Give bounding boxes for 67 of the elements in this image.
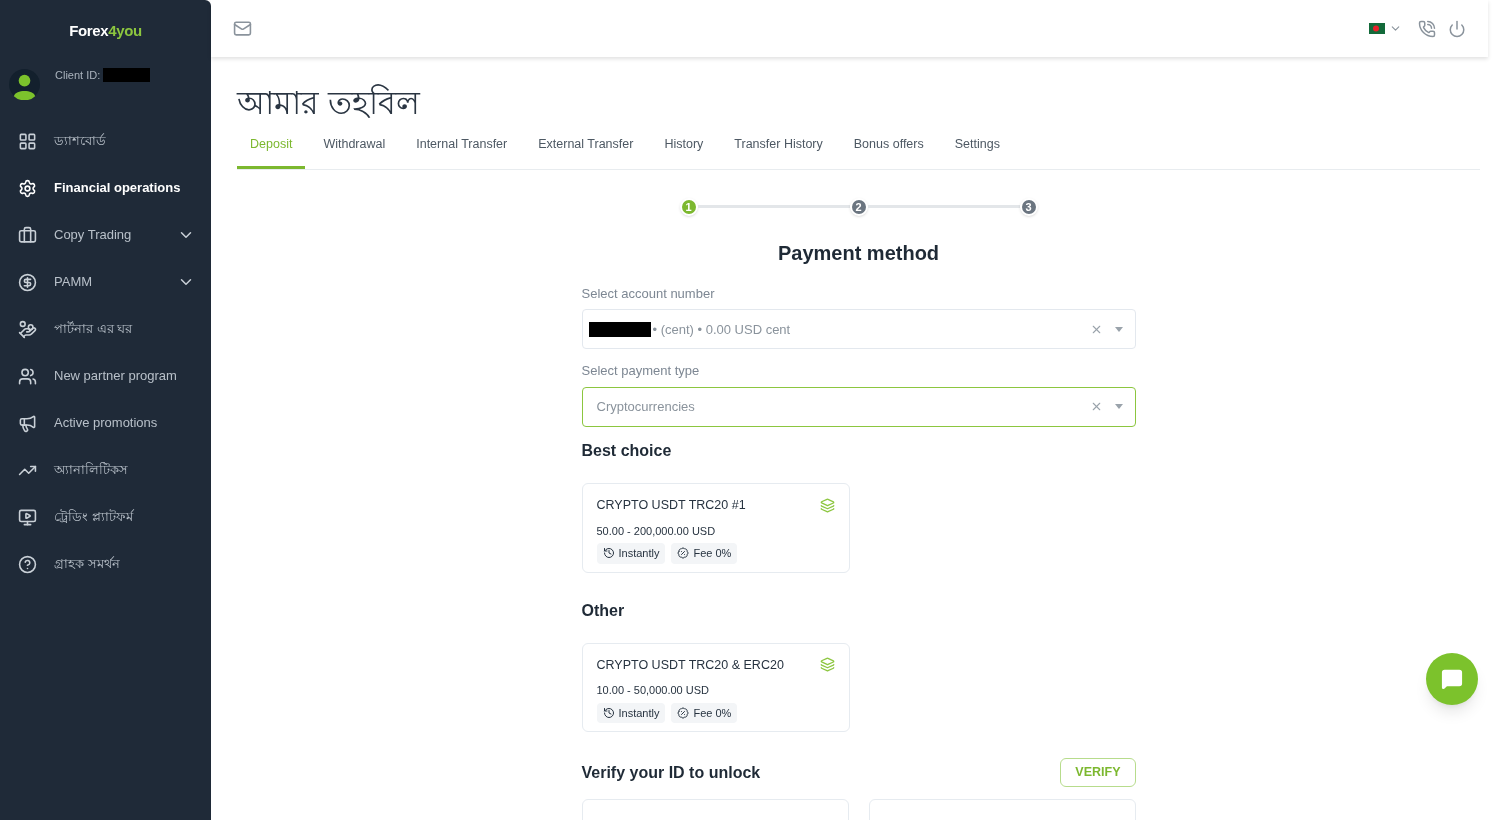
sidebar-item[interactable]: পার্টনার এর ঘর (0, 305, 211, 353)
section-title: Verify your ID to unlock (581, 762, 761, 783)
sidebar-item[interactable]: New partner program (0, 352, 211, 400)
sidebar-item[interactable]: PAMM (0, 258, 211, 306)
dropdown-caret-icon[interactable] (1114, 326, 1123, 332)
dollar-icon (18, 272, 37, 292)
chat-icon (1441, 668, 1463, 690)
dropdown-caret-icon[interactable] (1114, 404, 1123, 410)
users-icon (18, 366, 37, 386)
sidebar-item[interactable]: Active promotions (0, 399, 211, 447)
info-tag: Instantly (596, 543, 666, 564)
tab[interactable]: History (651, 135, 717, 169)
page-title: আমার তহবিল (237, 83, 422, 123)
section-title: Other (581, 600, 626, 621)
field-label: Select account number (581, 284, 716, 303)
select-value: • (cent) • 0.00 USD cent (652, 320, 791, 339)
tab[interactable]: Bonus offers (840, 135, 937, 169)
power-icon[interactable] (1448, 19, 1466, 38)
tab[interactable]: Settings (941, 135, 1013, 169)
sidebar-item[interactable]: গ্রাহক সমর্থন (0, 540, 211, 588)
amount-range: 10.00 - 50,000.00 USD (596, 683, 711, 699)
clock-icon (602, 707, 615, 719)
tab[interactable]: External Transfer (525, 135, 647, 169)
megaphone-icon (18, 413, 37, 433)
sidebar-item[interactable]: অ্যানালিটিকস (0, 446, 211, 494)
step-indicator: 2 (849, 197, 868, 216)
layers-icon (819, 657, 835, 673)
sidebar-item[interactable]: Financial operations (0, 164, 211, 212)
card-title: CRYPTO USDT TRC20 #1 (596, 496, 746, 514)
dashboard-icon (18, 131, 37, 151)
select-value: Cryptocurrencies (596, 398, 695, 416)
info-tag: Fee 0% (671, 543, 738, 564)
sidebar-item[interactable]: ড্যাশবোর্ড (0, 117, 211, 165)
redacted-block (588, 321, 651, 337)
info-tag: Instantly (596, 702, 666, 724)
monitor-icon (18, 507, 37, 527)
payment-card[interactable]: CRYPTO USDT TRC20 #1 50.00 - 200,000.00 USD Instantly Fee 0% (581, 482, 850, 573)
tab[interactable]: Transfer History (721, 135, 836, 169)
logo[interactable]: Forex4you (0, 0, 211, 43)
sidebar-item[interactable]: Copy Trading (0, 211, 211, 259)
avatar-icon[interactable] (9, 68, 40, 100)
tab[interactable]: Withdrawal (310, 135, 399, 169)
flag-icon[interactable] (1369, 23, 1385, 34)
info-tag: Fee 0% (671, 702, 738, 724)
form-title: Payment method (776, 240, 941, 266)
payment-card[interactable]: CRYPTO USDT TRC20 & ERC20 10.00 - 50,000.00 USD Instantly Fee 0% (581, 642, 850, 733)
hand-coins-icon (18, 319, 37, 339)
chat-button[interactable] (1426, 653, 1478, 705)
phone-icon[interactable] (1418, 19, 1436, 38)
redacted-block (103, 67, 151, 82)
tab[interactable]: Internal Transfer (403, 135, 521, 169)
client-id-label: Client ID: (55, 67, 101, 83)
section-title: Best choice (581, 440, 673, 461)
percent-icon (677, 547, 690, 560)
sidebar-item[interactable]: ট্রেডিং প্ল্যাটফর্ম (0, 493, 211, 541)
step-indicator: 1 (679, 197, 698, 216)
step-indicator: 3 (1019, 197, 1038, 216)
layers-icon (819, 497, 835, 513)
help-icon (18, 554, 37, 574)
field-label: Select payment type (581, 362, 701, 381)
mail-icon[interactable] (233, 19, 252, 38)
briefcase-icon (18, 225, 37, 245)
amount-range: 50.00 - 200,000.00 USD (596, 523, 717, 539)
card-title: CRYPTO USDT TRC20 & ERC20 (596, 656, 784, 674)
percent-icon (677, 707, 690, 719)
gear-icon (18, 178, 37, 198)
clock-icon (602, 547, 615, 560)
